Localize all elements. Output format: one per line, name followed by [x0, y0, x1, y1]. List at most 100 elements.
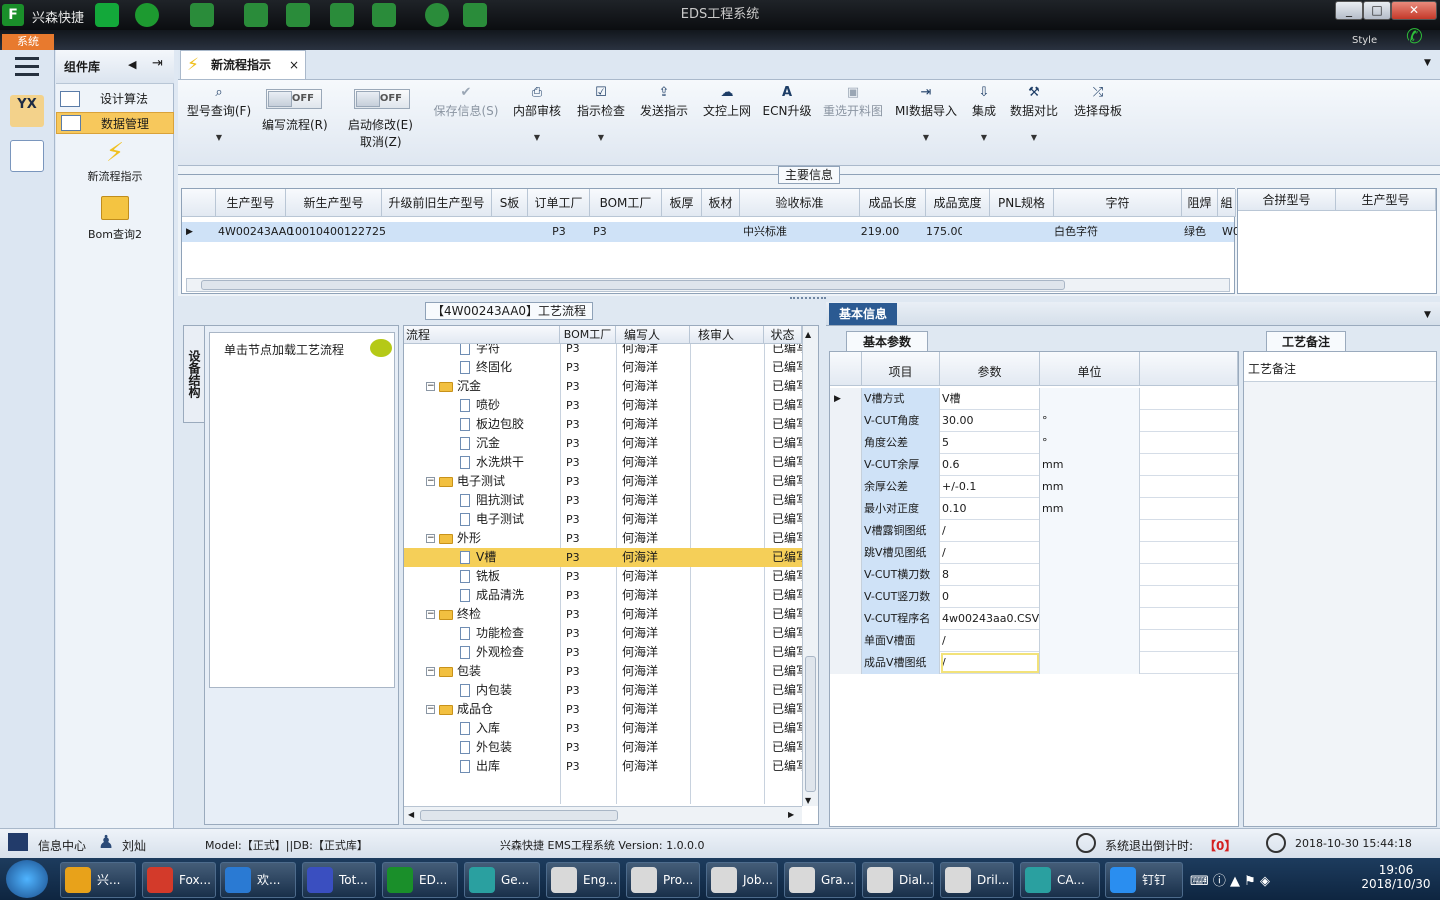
- tree-node[interactable]: 出库 P3 何海洋 已编写: [404, 757, 802, 776]
- column-header[interactable]: 字符: [1054, 189, 1182, 217]
- param-value[interactable]: V槽: [940, 388, 1040, 410]
- edit-flow-toggle[interactable]: OFF: [266, 89, 322, 109]
- tree-node[interactable]: 功能检查 P3 何海洋 已编写: [404, 624, 802, 643]
- scroll-down-icon[interactable]: ▼: [805, 796, 811, 805]
- param-unit[interactable]: °: [1040, 432, 1140, 454]
- param-row[interactable]: 余厚公差 +/-0.1 mm: [830, 476, 1238, 498]
- param-unit[interactable]: [1040, 520, 1140, 542]
- taskbar-item[interactable]: Dril...: [940, 862, 1014, 898]
- splitter-grip[interactable]: [790, 297, 826, 300]
- column-header[interactable]: 組: [1218, 189, 1236, 217]
- scroll-right-icon[interactable]: ▶: [788, 810, 794, 819]
- collapse-node-icon[interactable]: −: [426, 534, 435, 543]
- cell[interactable]: P3: [528, 222, 590, 242]
- tree-node[interactable]: 终固化 P3 何海洋 已编写: [404, 358, 802, 377]
- cell[interactable]: 中兴标准: [740, 222, 790, 242]
- param-unit[interactable]: [1040, 608, 1140, 630]
- tree-node[interactable]: 板边包胶 P3 何海洋 已编写: [404, 415, 802, 434]
- tab-basic-params[interactable]: 基本参数: [846, 331, 928, 351]
- integrate-button[interactable]: ⇩ 集成 ▼: [966, 86, 1002, 143]
- cell[interactable]: 绿色: [1184, 222, 1206, 242]
- tree-node[interactable]: − 沉金 P3 何海洋 已编写: [404, 377, 802, 396]
- send-instruction-button[interactable]: ⇪ 发送指示: [636, 86, 692, 119]
- column-header[interactable]: BOM工厂: [590, 189, 662, 217]
- internal-review-button[interactable]: ⎙ 内部审核 ▼: [510, 86, 564, 143]
- scroll-left-icon[interactable]: ◀: [408, 810, 414, 819]
- param-unit[interactable]: °: [1040, 410, 1140, 432]
- param-unit[interactable]: mm: [1040, 498, 1140, 520]
- param-unit[interactable]: [1040, 542, 1140, 564]
- save-info-button[interactable]: ✔ 保存信息(S): [430, 86, 502, 119]
- param-unit[interactable]: [1040, 564, 1140, 586]
- phone-icon[interactable]: ✆: [1406, 24, 1423, 48]
- globe-icon[interactable]: [135, 3, 159, 27]
- param-row[interactable]: V-CUT横刀数 8: [830, 564, 1238, 586]
- column-header[interactable]: 状态: [764, 326, 802, 344]
- tree-node[interactable]: 外包装 P3 何海洋 已编写: [404, 738, 802, 757]
- dropdown-caret-icon[interactable]: ▼: [1008, 133, 1060, 142]
- taskbar-item[interactable]: Fox...: [142, 862, 216, 898]
- sidebar-item-algorithm[interactable]: 设计算法: [56, 88, 174, 110]
- tab-process-remark[interactable]: 工艺备注: [1266, 331, 1346, 351]
- list-icon[interactable]: [372, 3, 396, 27]
- doc-upload-button[interactable]: ☁ 文控上网: [700, 86, 754, 119]
- cancel-label[interactable]: 取消(Z): [360, 133, 402, 150]
- tree-node[interactable]: − 终检 P3 何海洋 已编写: [404, 605, 802, 624]
- horizontal-scrollbar[interactable]: [186, 278, 1230, 292]
- collapse-node-icon[interactable]: −: [426, 667, 435, 676]
- tree-node[interactable]: 内包装 P3 何海洋 已编写: [404, 681, 802, 700]
- tile-new-flow[interactable]: ⚡ 新流程指示: [56, 138, 174, 184]
- param-unit[interactable]: mm: [1040, 476, 1140, 498]
- model-query-button[interactable]: ⌕ 型号查询(F) ▼: [184, 86, 254, 143]
- param-value[interactable]: /: [940, 520, 1040, 542]
- minimize-button[interactable]: _: [1335, 1, 1363, 20]
- column-header[interactable]: 生产型号: [216, 189, 286, 217]
- column-header[interactable]: BOM工厂: [560, 326, 616, 344]
- tab-new-flow[interactable]: ⚡ 新流程指示 ×: [180, 50, 306, 79]
- vertical-scrollbar[interactable]: ▲ ▼: [802, 326, 818, 806]
- tree-node[interactable]: 沉金 P3 何海洋 已编写: [404, 434, 802, 453]
- param-row[interactable]: 跳V槽见图纸 /: [830, 542, 1238, 564]
- user-icon[interactable]: [425, 3, 449, 27]
- ecn-upgrade-button[interactable]: A ECN升级: [762, 86, 812, 119]
- taskbar-item[interactable]: Eng...: [546, 862, 620, 898]
- yx-module-icon[interactable]: YX: [10, 95, 44, 127]
- param-value[interactable]: 4w00243aa0.CSV: [940, 608, 1040, 630]
- panel-dropdown-icon[interactable]: ▼: [1424, 310, 1431, 320]
- system-menu-button[interactable]: 系统: [2, 34, 54, 50]
- taskbar-item[interactable]: Gra...: [784, 862, 856, 898]
- pin-icon[interactable]: ⇥: [152, 56, 163, 71]
- param-value[interactable]: 5: [940, 432, 1040, 454]
- column-header[interactable]: 编写人: [616, 326, 690, 344]
- cell[interactable]: 219.00: [860, 222, 900, 242]
- scissors-icon[interactable]: [244, 3, 268, 27]
- start-modify-toggle[interactable]: OFF: [354, 89, 410, 109]
- param-unit[interactable]: [1040, 652, 1140, 674]
- mountain-icon[interactable]: [463, 3, 487, 27]
- tree-node[interactable]: − 外形 P3 何海洋 已编写: [404, 529, 802, 548]
- param-row[interactable]: 成品V槽图纸 /: [830, 652, 1238, 674]
- taskbar-item[interactable]: Pro...: [626, 862, 700, 898]
- column-header[interactable]: 板材: [702, 189, 740, 217]
- tab-close-icon[interactable]: ×: [289, 51, 299, 79]
- param-unit[interactable]: [1040, 630, 1140, 652]
- column-header[interactable]: 成品宽度: [926, 189, 990, 217]
- tree-node[interactable]: 成品清洗 P3 何海洋 已编写: [404, 586, 802, 605]
- taskbar-item[interactable]: Ge...: [464, 862, 540, 898]
- column-header[interactable]: 项目: [862, 352, 940, 386]
- tree-node[interactable]: 电子测试 P3 何海洋 已编写: [404, 510, 802, 529]
- tray-clock[interactable]: 19:06 2018/10/30: [1356, 863, 1436, 891]
- collapse-node-icon[interactable]: −: [426, 705, 435, 714]
- taskbar-item-dingtalk[interactable]: 钉钉: [1105, 862, 1183, 898]
- collapse-node-icon[interactable]: −: [426, 477, 435, 486]
- param-value[interactable]: /: [940, 652, 1040, 674]
- scroll-thumb[interactable]: [201, 280, 1065, 290]
- column-header[interactable]: 生产型号: [1336, 189, 1436, 211]
- instruction-check-button[interactable]: ☑ 指示检查 ▼: [574, 86, 628, 143]
- column-header[interactable]: 订单工厂: [528, 189, 590, 217]
- taskbar-item[interactable]: ED...: [382, 862, 458, 898]
- calculator-icon[interactable]: [10, 140, 44, 172]
- column-header[interactable]: 新生产型号: [286, 189, 382, 217]
- column-header[interactable]: 板厚: [662, 189, 702, 217]
- column-header[interactable]: S板: [492, 189, 528, 217]
